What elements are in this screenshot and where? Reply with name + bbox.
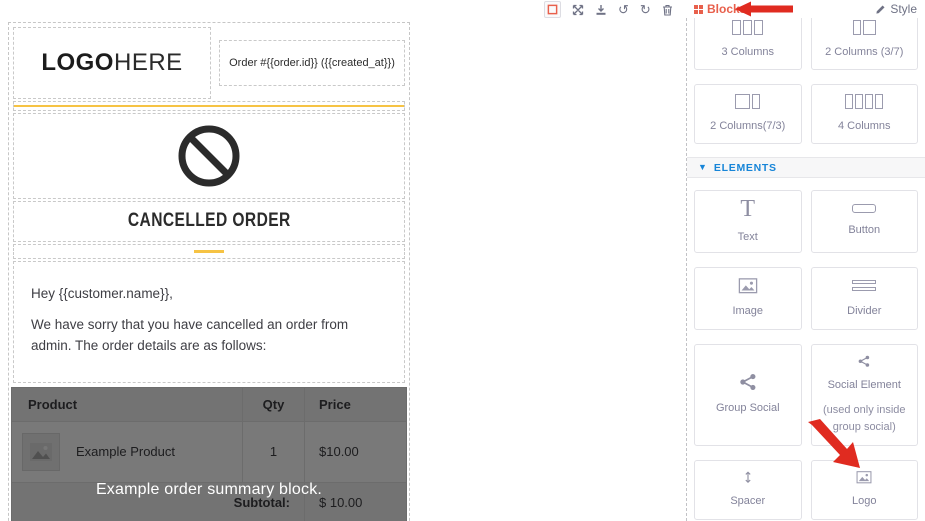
element-group-social[interactable]: Group Social [694,344,802,446]
divider-icon [852,277,877,294]
2-columns-3-7-icon [852,19,876,35]
annotation-arrow-blocks [735,1,793,17]
order-number-block[interactable]: Order #{{order.id}} ({{created_at}}) [219,40,405,86]
element-text[interactable]: T Text [694,190,802,253]
email-title: CANCELLED ORDER [127,210,291,231]
underline-divider-block[interactable] [13,244,405,259]
block-4-columns[interactable]: 4 Columns [810,84,918,144]
export-button[interactable] [595,4,607,16]
redo-button[interactable]: ↻ [640,3,651,16]
body-text: We have sorry that you have cancelled an… [31,316,349,354]
tab-style-label: Style [890,2,917,16]
delete-button[interactable] [662,4,673,16]
element-button[interactable]: Button [810,190,918,253]
element-label: Spacer [730,494,766,507]
share-icon [858,355,870,367]
blocks-grid-icon [694,4,703,14]
element-label: Button [848,224,881,237]
style-pencil-icon [876,4,885,14]
block-2-columns-7-3[interactable]: 2 Columns(7/3) [694,84,802,144]
block-3-columns[interactable]: 3 Columns [694,18,802,70]
button-icon [852,204,877,214]
element-label: Logo [852,494,877,507]
element-label: Group Social [715,402,780,415]
title-block[interactable]: CANCELLED ORDER [13,201,405,242]
prohibition-icon [178,125,240,187]
share-icon [740,374,756,391]
element-spacer[interactable]: Spacer [694,460,802,520]
image-icon [738,278,758,294]
block-label: 2 Columns(7/3) [710,119,786,132]
cancelled-icon-block[interactable] [13,113,405,199]
element-label: Social Element [827,378,901,391]
redo-icon: ↻ [639,2,651,17]
email-builder-app: ↺ ↻ Blocks Style LOGO HERE Order #{{orde… [0,0,925,521]
email-template[interactable]: LOGO HERE Order #{{order.id}} ({{created… [8,22,410,521]
yellow-divider [14,105,404,107]
editor-canvas[interactable]: LOGO HERE Order #{{order.id}} ({{created… [0,18,686,521]
element-label: Divider [847,305,882,318]
text-icon: T [740,195,756,222]
chevron-down-icon: ▼ [698,162,707,172]
undo-button[interactable]: ↺ [618,3,629,16]
logo-text-light: HERE [113,49,183,76]
greeting-text: Hey {{customer.name}}, [31,286,173,301]
yellow-underline [194,250,224,253]
elements-section-title: ELEMENTS [713,161,777,174]
3-columns-icon [732,19,764,35]
block-2-columns-3-7[interactable]: 2 Columns (3/7) [810,18,918,70]
block-hover-overlay[interactable]: Example order summary block. [11,386,407,521]
logo-text-bold: LOGO [41,49,114,76]
annotation-arrow-logo [808,419,860,468]
order-summary-block[interactable]: Product Qty Price [11,386,407,521]
order-number-text: Order #{{order.id}} ({{created_at}}) [229,57,395,69]
expand-icon [572,4,584,15]
element-label: Image [732,304,764,317]
4-columns-icon [845,93,884,109]
block-label: 3 Columns [721,45,775,58]
trash-icon [662,4,672,16]
square-outline-icon [547,4,558,15]
block-label: 4 Columns [837,119,891,132]
body-text-block[interactable]: Hey {{customer.name}}, We have sorry tha… [13,261,405,383]
undo-icon: ↺ [618,2,629,17]
divider-block[interactable] [13,101,405,111]
2-columns-7-3-icon [735,93,761,109]
elements-section-header[interactable]: ▼ ELEMENTS [687,157,925,178]
download-icon [596,4,606,15]
spacer-arrow-icon [745,471,751,484]
block-label: 2 Columns (3/7) [825,45,904,58]
logo-block[interactable]: LOGO HERE [13,27,211,99]
overlay-caption: Example order summary block. [95,480,323,498]
element-image[interactable]: Image [694,267,802,330]
toolbar: ↺ ↻ Blocks Style [0,0,925,18]
element-divider[interactable]: Divider [810,267,918,330]
toggle-borders-button[interactable] [544,1,561,18]
header-row-block[interactable]: LOGO HERE Order #{{order.id}} ({{created… [13,27,405,99]
tab-style[interactable]: Style [875,2,917,16]
element-label: Text [737,230,758,243]
fullscreen-button[interactable] [572,4,584,16]
